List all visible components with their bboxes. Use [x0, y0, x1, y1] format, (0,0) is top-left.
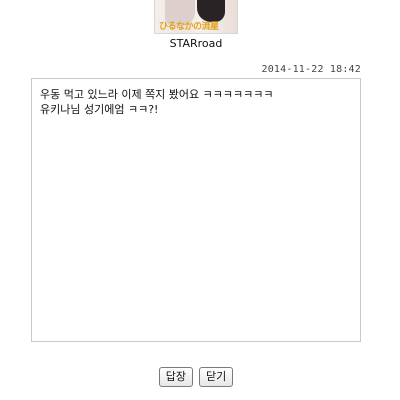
sender-username: STARroad	[169, 37, 223, 50]
avatar-dark-shape	[197, 0, 225, 22]
message-view: ひるなかの流星 STARroad 2014-11-22 18:42 우동 먹고 …	[0, 0, 400, 400]
action-buttons: 답장 닫기	[0, 367, 392, 387]
avatar-caption: ひるなかの流星	[159, 22, 219, 32]
message-timestamp: 2014-11-22 18:42	[261, 64, 361, 75]
message-body[interactable]: 우동 먹고 있느라 이제 쪽지 봤어요 ㅋㅋㅋㅋㅋㅋㅋ 유키나님 성기에엄 ㅋㅋ…	[31, 78, 361, 342]
reply-button[interactable]: 답장	[158, 367, 193, 387]
close-button[interactable]: 닫기	[199, 367, 234, 387]
sender-avatar: ひるなかの流星	[154, 0, 238, 34]
